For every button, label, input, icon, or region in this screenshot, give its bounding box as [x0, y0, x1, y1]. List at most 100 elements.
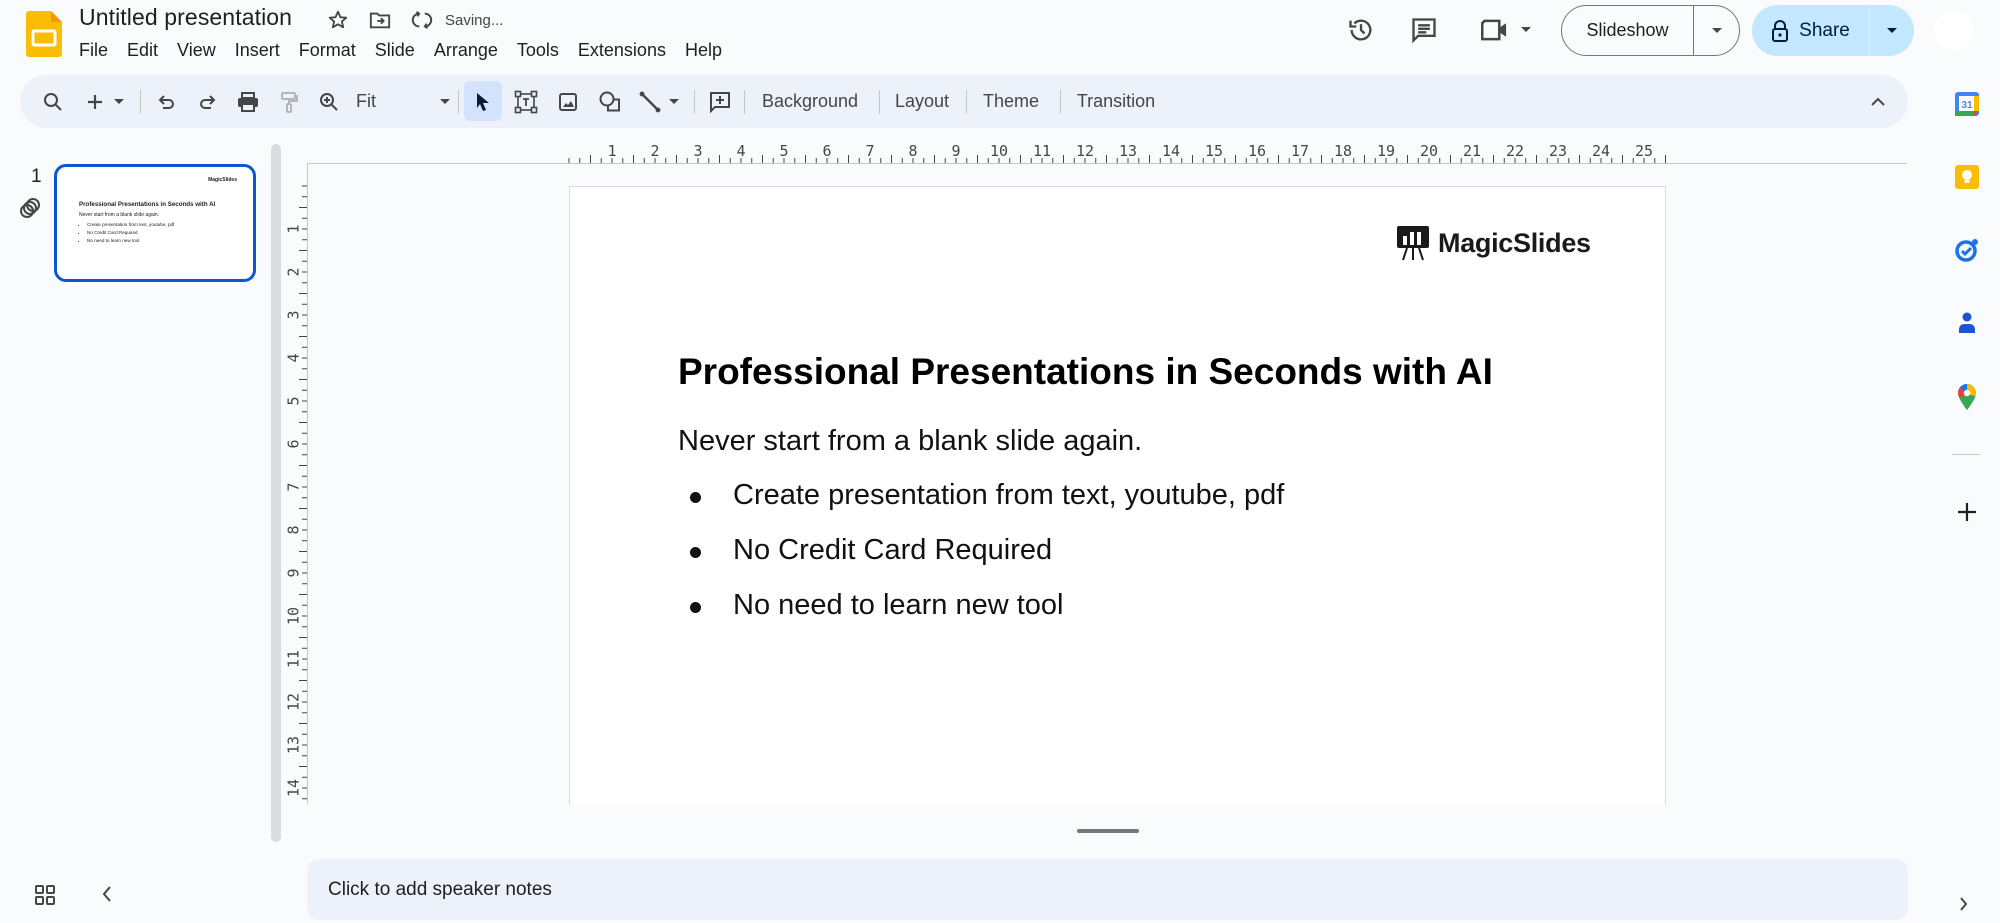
ruler-label: 15	[1205, 142, 1223, 160]
ruler-label: 10	[285, 607, 303, 625]
bullet-dot	[690, 602, 701, 613]
slide-title[interactable]: Professional Presentations in Seconds wi…	[678, 351, 1493, 393]
chevron-down-icon	[1887, 27, 1897, 33]
maps-app-button[interactable]	[1952, 382, 1982, 412]
menu-slide[interactable]: Slide	[375, 38, 415, 63]
menu-arrange[interactable]: Arrange	[434, 38, 498, 63]
keep-icon	[1955, 165, 1979, 189]
menu-file[interactable]: File	[79, 38, 108, 63]
thumbnail-bullets: Create presentation from text, youtube, …	[87, 222, 174, 246]
new-slide-button[interactable]	[82, 75, 128, 128]
ruler-label: 12	[285, 693, 303, 711]
move-to-folder-icon[interactable]	[365, 8, 395, 32]
magicslides-logo[interactable]: MagicSlides	[1396, 225, 1591, 261]
slideshow-button[interactable]: Slideshow	[1562, 6, 1694, 55]
get-add-ons-button[interactable]	[1952, 497, 1982, 527]
slide-thumbnail-1[interactable]: MagicSlides Professional Presentations i…	[54, 164, 256, 282]
filmstrip-scrollbar[interactable]	[271, 144, 281, 842]
layout-button[interactable]: Layout	[886, 75, 958, 128]
collapse-filmstrip-button[interactable]	[101, 884, 113, 909]
slide-subtitle[interactable]: Never start from a blank slide again.	[678, 425, 1142, 458]
ruler-label: 2	[650, 142, 659, 160]
document-title[interactable]: Untitled presentation	[79, 4, 292, 31]
paint-format-button[interactable]	[272, 75, 306, 128]
ruler-label: 23	[1549, 142, 1567, 160]
chevron-right-icon	[1960, 897, 1968, 911]
horizontal-ruler[interactable]: 1 2 3 4 5 6 7 8 9 10 11 12 13 14 15 16 17 18 19 20 21 22 23 24 2…	[307, 138, 1907, 164]
zoom-button[interactable]	[312, 75, 346, 128]
ruler-label: 16	[1248, 142, 1266, 160]
slideshow-options-button[interactable]	[1694, 6, 1739, 55]
ruler-label: 20	[1420, 142, 1438, 160]
chevron-down-icon	[440, 98, 450, 104]
share-button-group: Share	[1752, 5, 1914, 56]
slide-canvas[interactable]: MagicSlides Professional Presentations i…	[569, 186, 1666, 806]
ruler-label: 14	[285, 779, 303, 797]
theme-button[interactable]: Theme	[974, 75, 1048, 128]
menu-help[interactable]: Help	[685, 38, 722, 63]
menu-edit[interactable]: Edit	[127, 38, 158, 63]
line-button[interactable]	[634, 75, 684, 128]
ruler-label: 2	[285, 267, 303, 276]
chevron-down-icon	[1521, 27, 1531, 32]
google-slides-logo[interactable]	[26, 11, 62, 57]
magicslides-logo-text: MagicSlides	[1438, 227, 1591, 258]
comment-add-icon	[710, 91, 730, 113]
background-button[interactable]: Background	[754, 75, 866, 128]
slide-bullet: No need to learn new tool	[678, 589, 1284, 644]
speaker-notes[interactable]: Click to add speaker notes	[307, 859, 1908, 920]
presentation-board-icon	[1397, 226, 1429, 261]
menu-format[interactable]: Format	[299, 38, 356, 63]
star-icon[interactable]	[323, 8, 353, 32]
contacts-app-button[interactable]	[1952, 308, 1982, 338]
thumbnail-bullet: No need to learn new tool	[87, 238, 174, 243]
ruler-label: 13	[285, 736, 303, 754]
share-options-button[interactable]	[1870, 5, 1914, 56]
print-button[interactable]	[230, 75, 266, 128]
toolbar: Fit Background Layout Theme Transition	[20, 75, 1908, 128]
notes-resize-handle[interactable]	[1077, 829, 1139, 833]
zoom-icon	[320, 92, 338, 111]
meet-button[interactable]	[1476, 12, 1536, 48]
zoom-value: Fit	[356, 91, 376, 111]
insert-image-button[interactable]	[550, 75, 586, 128]
menu-extensions[interactable]: Extensions	[578, 38, 666, 63]
menu-insert[interactable]: Insert	[235, 38, 280, 63]
comments-button[interactable]	[1406, 12, 1442, 48]
search-menus-button[interactable]	[36, 75, 70, 128]
lock-icon	[1772, 19, 1789, 42]
redo-button[interactable]	[190, 75, 224, 128]
add-comment-button[interactable]	[702, 75, 738, 128]
bullet-text: No need to learn new tool	[733, 589, 1064, 621]
share-button[interactable]: Share	[1752, 5, 1870, 56]
zoom-select[interactable]: Fit	[356, 75, 456, 128]
select-tool-button[interactable]	[464, 75, 502, 128]
chevron-down-icon	[114, 98, 124, 104]
transition-button[interactable]: Transition	[1068, 75, 1164, 128]
ruler-label: 21	[1463, 142, 1481, 160]
ruler-label: 4	[285, 353, 303, 362]
text-box-button[interactable]	[508, 75, 544, 128]
slide-bullet-list[interactable]: Create presentation from text, youtube, …	[678, 479, 1284, 644]
shape-button[interactable]	[592, 75, 628, 128]
svg-text:31: 31	[1961, 100, 1973, 111]
undo-button[interactable]	[150, 75, 184, 128]
menu-tools[interactable]: Tools	[517, 38, 559, 63]
menu-view[interactable]: View	[177, 38, 216, 63]
tasks-app-button[interactable]	[1952, 235, 1982, 265]
version-history-button[interactable]	[1343, 12, 1379, 48]
thumbnail-bullet: No Credit Card Required	[87, 230, 174, 235]
keep-app-button[interactable]	[1952, 162, 1982, 192]
account-avatar[interactable]	[1934, 10, 1974, 50]
vertical-ruler[interactable]: 1234567891011121314	[284, 164, 308, 804]
ruler-label: 22	[1506, 142, 1524, 160]
bullet-text: Create presentation from text, youtube, …	[733, 479, 1285, 511]
hide-menus-button[interactable]	[1860, 75, 1896, 128]
image-icon	[559, 92, 577, 111]
grid-view-button[interactable]	[34, 884, 56, 911]
calendar-app-button[interactable]: 31	[1952, 89, 1982, 119]
ruler-label: 12	[1076, 142, 1094, 160]
paint-format-icon	[281, 91, 298, 113]
search-icon	[44, 92, 62, 111]
show-side-panel-button[interactable]	[1958, 896, 1968, 917]
